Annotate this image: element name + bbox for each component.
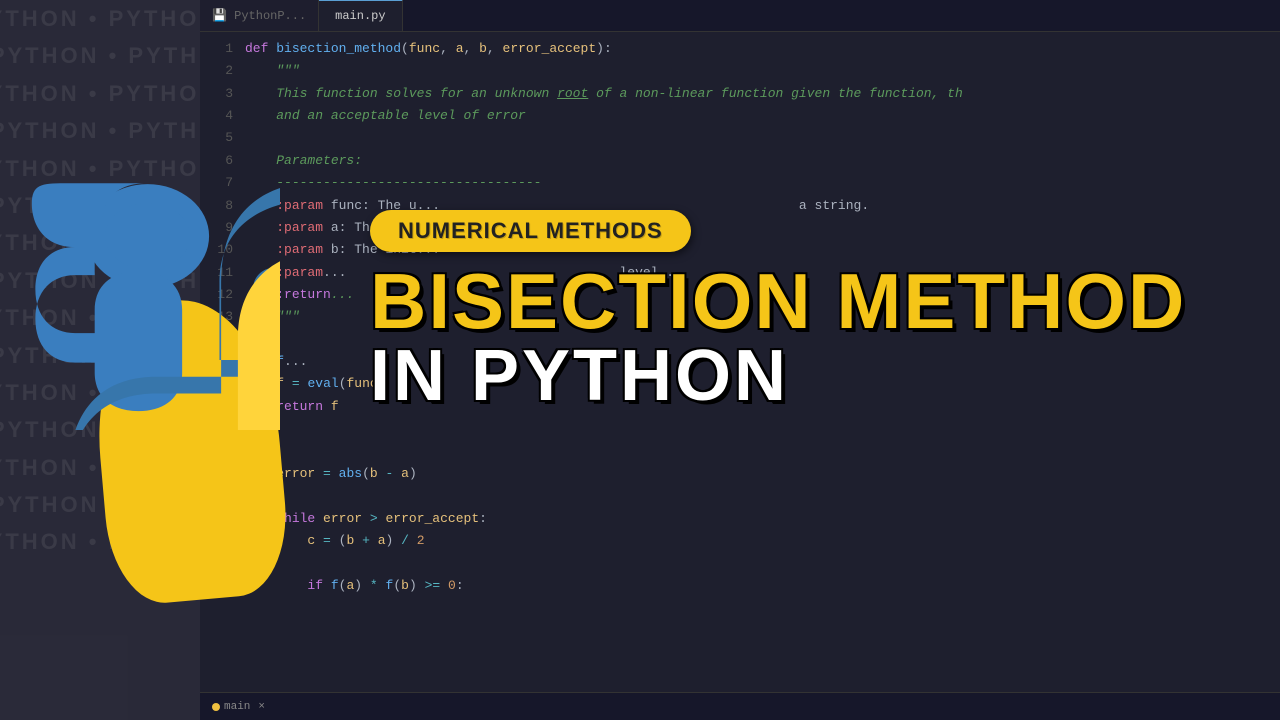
bottom-close[interactable]: × bbox=[258, 701, 265, 713]
code-line-1: def bisection_method(func, a, b, error_a… bbox=[245, 38, 1280, 60]
title-overlay: NUMERICAL METHODS BISECTION METHOD IN PY… bbox=[370, 210, 1270, 412]
tab-main-py[interactable]: main.py bbox=[319, 0, 402, 31]
status-dot bbox=[212, 703, 220, 711]
title-in-python: IN PYTHON bbox=[370, 340, 1186, 412]
code-line-7: ---------------------------------- bbox=[245, 172, 1280, 194]
bottom-file-label: main bbox=[224, 701, 250, 713]
code-line-4: and an acceptable level of error bbox=[245, 105, 1280, 127]
code-line-3: This function solves for an unknown root… bbox=[245, 83, 1280, 105]
code-line-25: if f(a) * f(b) >= 0: bbox=[245, 575, 1280, 597]
tab-bar: 💾 PythonP... main.py bbox=[200, 0, 1280, 32]
tab-inactive[interactable]: 💾 PythonP... bbox=[200, 0, 319, 31]
code-line-23: c = (b + a) / 2 bbox=[245, 530, 1280, 552]
badge-numerical-methods: NUMERICAL METHODS bbox=[370, 210, 691, 252]
title-bisection: BISECTION METHOD bbox=[370, 262, 1186, 340]
code-line-6: Parameters: bbox=[245, 150, 1280, 172]
code-line-5 bbox=[245, 127, 1280, 149]
code-line-21 bbox=[245, 485, 1280, 507]
code-line-19 bbox=[245, 440, 1280, 462]
python-logo bbox=[20, 170, 280, 450]
bottom-bar: main × bbox=[200, 692, 1280, 720]
code-line-18 bbox=[245, 418, 1280, 440]
code-line-22: while error > error_accept: bbox=[245, 508, 1280, 530]
code-line-2: """ bbox=[245, 60, 1280, 82]
bottom-file-item[interactable]: main bbox=[212, 701, 250, 713]
code-line-20: error = abs(b - a) bbox=[245, 463, 1280, 485]
tab-label: main.py bbox=[335, 9, 385, 23]
code-line-24 bbox=[245, 552, 1280, 574]
close-icon: × bbox=[258, 701, 265, 713]
